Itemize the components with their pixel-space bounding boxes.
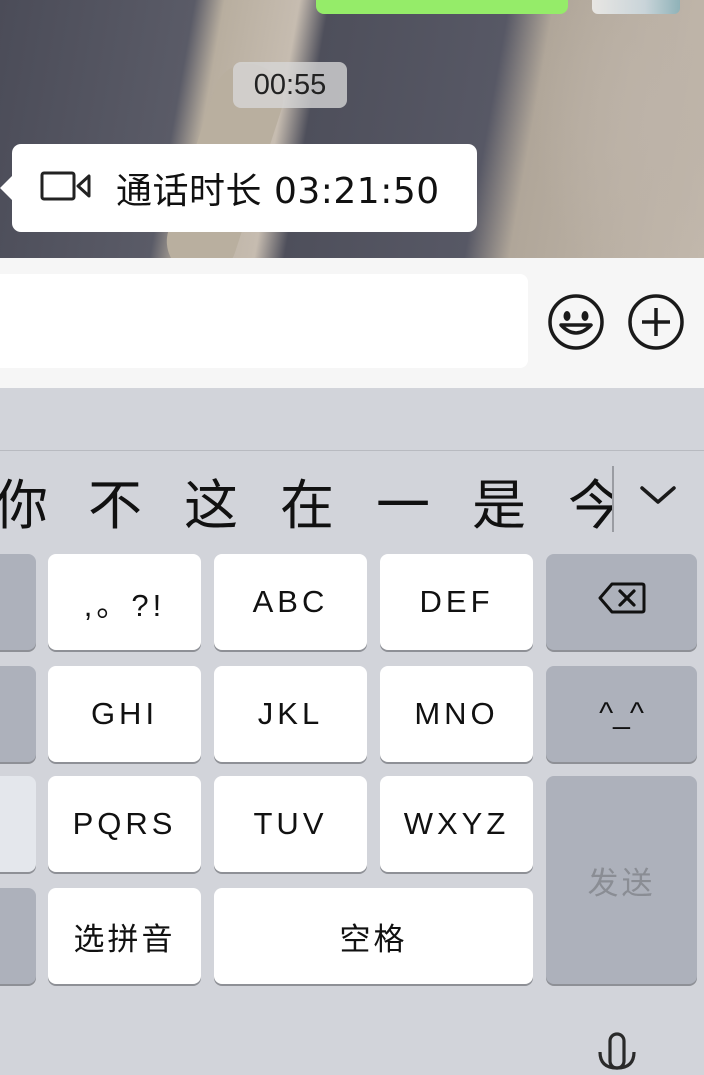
mno-key[interactable]: MNO	[380, 666, 533, 762]
call-duration-text: 通话时长 03:21:50	[116, 171, 440, 212]
candidate-bar: 你 不 这 在 一 是 今	[0, 458, 612, 558]
message-input[interactable]	[0, 274, 528, 368]
message-timestamp: 00:55	[233, 62, 347, 108]
left-side-key[interactable]	[0, 776, 36, 872]
avatar[interactable]	[592, 0, 680, 14]
left-side-key[interactable]	[0, 888, 36, 984]
def-key[interactable]: DEF	[380, 554, 533, 650]
jkl-key[interactable]: JKL	[214, 666, 367, 762]
plus-circle-icon[interactable]	[627, 293, 685, 351]
sent-message-bubble[interactable]	[316, 0, 568, 14]
input-bar	[0, 258, 704, 388]
punctuation-key[interactable]: ,。?!	[48, 554, 201, 650]
video-camera-icon	[40, 170, 92, 206]
candidate-item[interactable]: 你	[0, 474, 48, 538]
chevron-down-icon[interactable]	[636, 480, 680, 510]
candidate-item[interactable]: 今	[568, 474, 612, 538]
tuv-key[interactable]: TUV	[214, 776, 367, 872]
keyboard: 你 不 这 在 一 是 今 ,。?! ABC DEF GHI JKL MNO ^…	[0, 388, 704, 1071]
candidate-item[interactable]: 一	[376, 474, 430, 538]
microphone-icon[interactable]	[594, 1030, 640, 1071]
space-key[interactable]: 空格	[214, 888, 533, 984]
select-pinyin-key[interactable]: 选拼音	[48, 888, 201, 984]
left-side-key[interactable]	[0, 554, 36, 650]
backspace-key[interactable]	[546, 554, 697, 650]
candidate-item[interactable]: 不	[88, 474, 142, 538]
pqrs-key[interactable]: PQRS	[48, 776, 201, 872]
call-record-bubble[interactable]: 通话时长 03:21:50	[0, 144, 477, 232]
candidate-item[interactable]: 是	[472, 474, 526, 538]
send-key[interactable]: 发送	[546, 776, 697, 984]
smiley-face-icon[interactable]	[547, 293, 605, 351]
wxyz-key[interactable]: WXYZ	[380, 776, 533, 872]
emoticon-key[interactable]: ^_^	[546, 666, 697, 762]
chat-area: 00:55 通话时长 03:21:50	[0, 0, 704, 258]
candidate-item[interactable]: 这	[184, 474, 238, 538]
abc-key[interactable]: ABC	[214, 554, 367, 650]
candidate-scroll-divider	[612, 466, 614, 532]
ghi-key[interactable]: GHI	[48, 666, 201, 762]
backspace-icon	[598, 581, 646, 623]
candidate-item[interactable]: 在	[280, 474, 334, 538]
left-side-key[interactable]	[0, 666, 36, 762]
candidate-divider	[0, 450, 704, 451]
